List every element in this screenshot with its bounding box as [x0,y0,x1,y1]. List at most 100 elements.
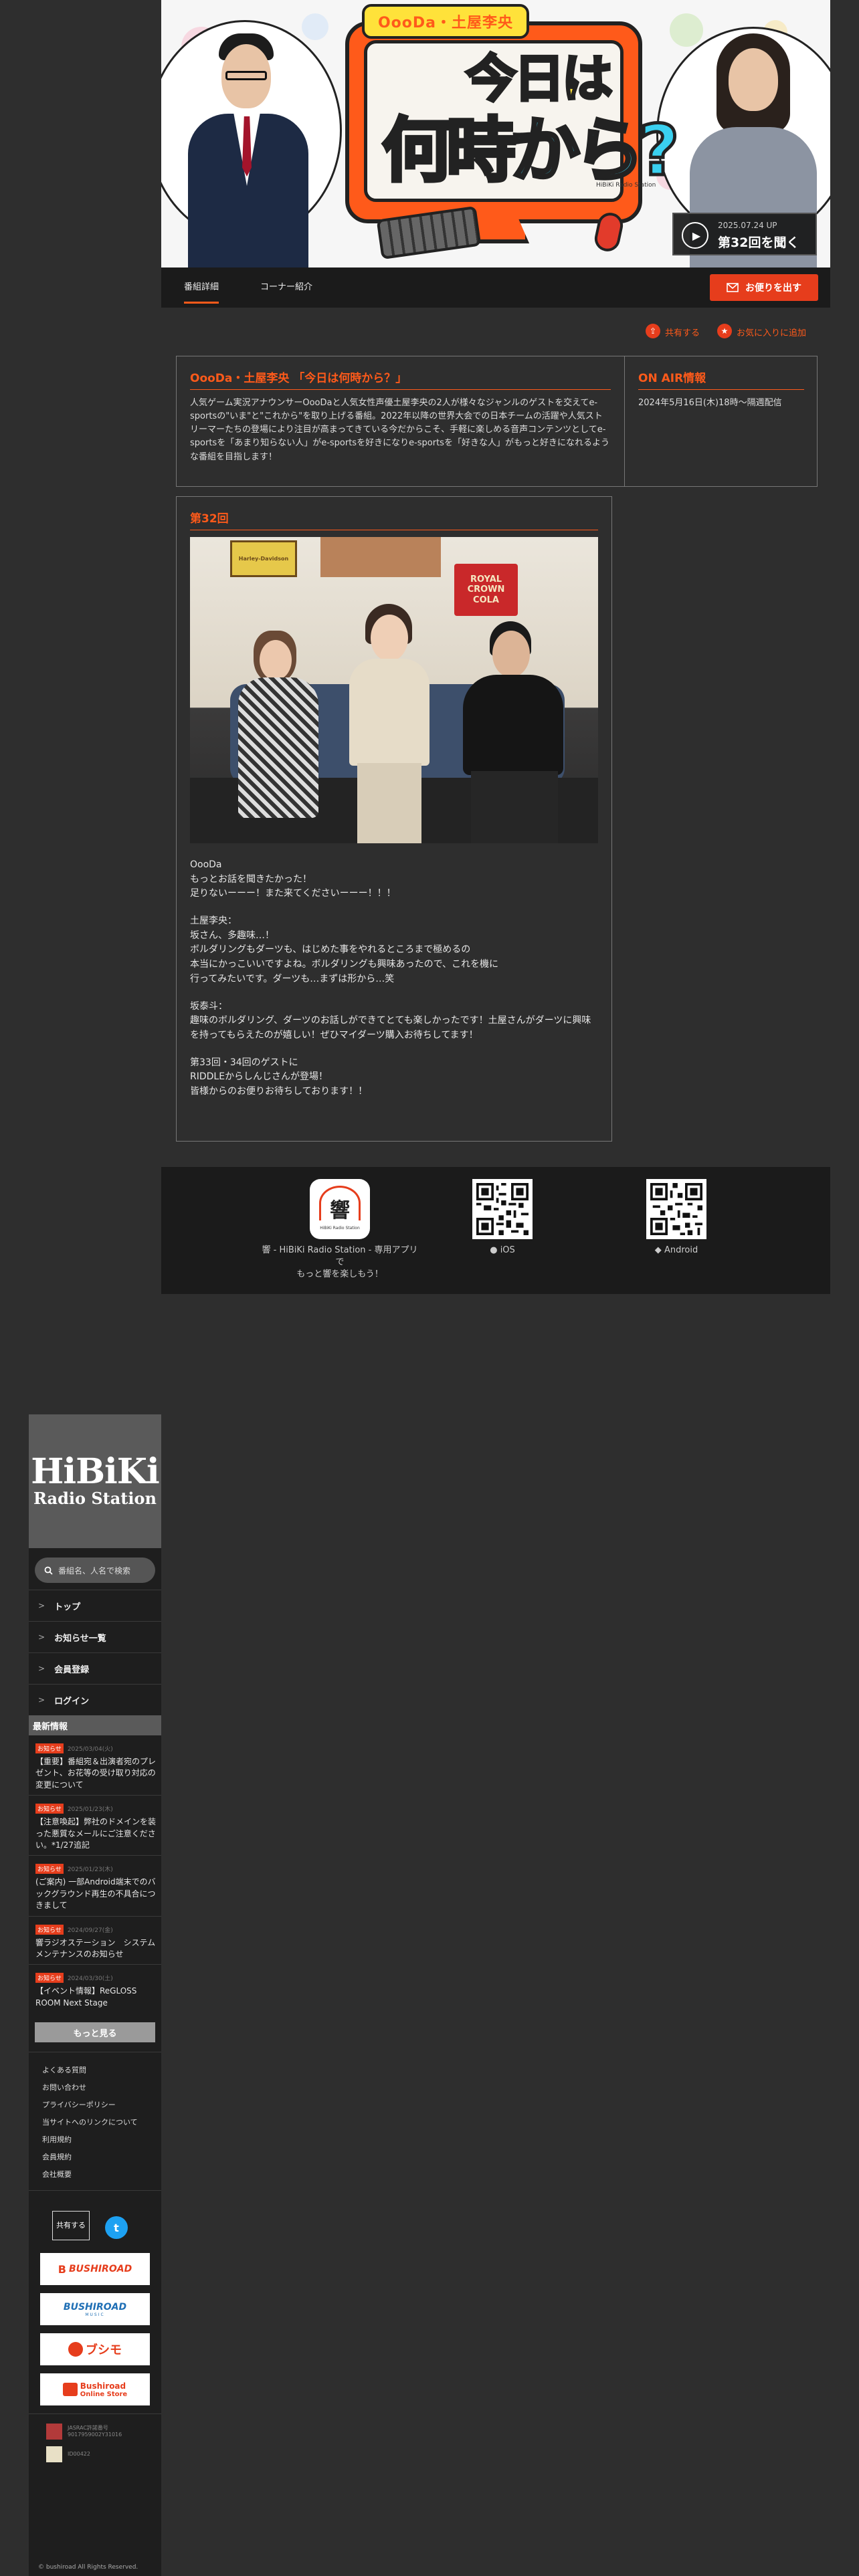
ios-label[interactable]: ● iOS [422,1245,583,1257]
android-text: Android [664,1245,698,1255]
android-download[interactable]: ◆ Android [596,1179,757,1257]
link-privacy[interactable]: プライバシーポリシー [42,2097,161,2114]
news-item[interactable]: お知らせ 2025/03/04(火) 【重要】番組宛＆出演者宛のプレゼント、お花等… [29,1735,161,1796]
nextone-logo-icon [46,2446,62,2463]
sidebar-item-news-list[interactable]: > お知らせ一覧 [29,1621,161,1652]
banner-bushimo[interactable]: ブシモ [40,2333,150,2366]
latest-episode-label: 第32回を聞く [718,235,799,250]
license-line: 9017959002Y31016 [68,2432,122,2438]
episode-card: 第32回 Harley-Davidson ROYAL CROWN COLA Oo… [176,496,612,1142]
guest-2-shirt [349,659,430,766]
news-item[interactable]: お知らせ 2025/01/23(木) 【注意喚起】弊社のドメインを装った悪質なメー… [29,1796,161,1856]
twitter-icon[interactable]: t [105,2216,128,2240]
episode-text: OooDa もっとお話を聞きたかった！ 足りないーーー！また来てくださいーーー！… [190,858,598,1099]
link-member-terms[interactable]: 会員規約 [42,2149,161,2166]
share-button[interactable]: 共有する [52,2211,90,2241]
search-icon [44,1566,53,1575]
episode-paragraph: OooDa もっとお話を聞きたかった！ 足りないーーー！また来てくださいーーー！… [190,858,598,901]
news-date: 2025/01/23(木) [67,1866,113,1874]
site-logo-main: HiBiKi [31,1451,160,1492]
program-info-box: OooDa・土屋李央 「今日は何時から？」 人気ゲーム実況アナウンサーOooDa… [176,356,818,487]
guest-3-pants [471,771,558,843]
send-letter-button[interactable]: お便りを出す [710,274,818,301]
jasrac-text: JASRAC許諾番号 9017959002Y31016 [68,2425,122,2439]
episode-paragraph: 坂泰斗： 趣味のボルダリング、ダーツのお話しができてとても楽しかったです！土屋さ… [190,1000,598,1043]
link-linking-policy[interactable]: 当サイトへのリンクについて [42,2114,161,2131]
hibiki-app-icon[interactable]: 響 HiBiKi Radio Station [310,1179,370,1239]
news-meta: お知らせ 2025/01/23(木) [35,1864,156,1874]
link-company[interactable]: 会社概要 [42,2166,161,2183]
news-date: 2024/09/27(金) [67,1927,113,1934]
episode-line: 行ってみたいです。ダーツも…まずは形から…笑 [190,973,395,984]
sidebar-item-label: 会員登録 [54,1665,90,1675]
ios-download[interactable]: ● iOS [422,1179,583,1257]
photo-sign-left: Harley-Davidson [230,540,297,577]
share-link[interactable]: 共有する [665,326,700,338]
nextone-text: ID00422 [68,2450,90,2457]
banner-text: ブシモ [86,2343,122,2358]
link-terms[interactable]: 利用規約 [42,2131,161,2149]
more-news-button[interactable]: もっと見る [35,2022,155,2043]
qr-icon [476,1183,529,1235]
banner-online-store[interactable]: Bushiroad Online Store [40,2373,150,2406]
episode-line: 第33回・34回のゲストに [190,1057,298,1068]
chevron-right-icon: > [38,1601,45,1610]
program-description-panel: OooDa・土屋李央 「今日は何時から？」 人気ゲーム実況アナウンサーOooDa… [177,356,625,486]
program-title: OooDa・土屋李央 「今日は何時から？」 [190,368,611,390]
news-badge: お知らせ [35,1924,64,1935]
qr-icon [650,1183,702,1235]
episode-paragraph: 土屋李央： 坂さん、多趣味…！ ボルダリングもダーツも、はじめた事をやれるところ… [190,914,598,986]
star-icon[interactable]: ★ [717,324,732,338]
episode-line: 土屋李央： [190,916,237,927]
social-share: 共有する t [29,2190,161,2253]
share-icon[interactable]: ⇪ [646,324,660,338]
chevron-right-icon: > [38,1695,45,1705]
sidebar-item-login[interactable]: > ログイン [29,1684,161,1715]
news-item[interactable]: お知らせ 2024/09/27(金) 響ラジオステーション システムメンテナンスの… [29,1917,161,1965]
sidebar-item-register[interactable]: > 会員登録 [29,1652,161,1684]
link-contact[interactable]: お問い合わせ [42,2079,161,2097]
app-promo-line: 響 - HiBiKi Radio Station - 専用アプリで [262,1245,418,1268]
android-icon: ◆ [654,1245,662,1255]
episode-line: ボルダリングもダーツも、はじめた事をやれるところまで極めるの [190,944,471,956]
search-input[interactable]: 番組名、人名で検索 [35,1558,155,1583]
news-meta: お知らせ 2024/03/30(土) [35,1973,156,1983]
onair-title: ON AIR情報 [638,368,804,390]
android-label[interactable]: ◆ Android [596,1245,757,1257]
banner-bushiroad-music[interactable]: BUSHIROAD MUSIC [40,2293,150,2326]
guest-2-pants [357,763,421,843]
favorite-link[interactable]: お気に入りに追加 [737,326,806,338]
app-promo[interactable]: 響 HiBiKi Radio Station 響 - HiBiKi Radio … [260,1179,420,1281]
banner-text: BUSHIROAD [69,2264,132,2275]
news-meta: お知らせ 2025/01/23(木) [35,1804,156,1814]
news-date: 2025/01/23(木) [67,1806,113,1814]
sidebar-item-top[interactable]: > トップ [29,1590,161,1621]
app-download-bar: 響 HiBiKi Radio Station 響 - HiBiKi Radio … [161,1167,830,1294]
banner-subtext: Online Store [80,2390,128,2398]
banner-bushiroad[interactable]: B BUSHIROAD [40,2253,150,2286]
play-latest-episode-button[interactable]: ▶ 2025.07.24 UP 第32回を聞く [672,213,817,255]
news-meta: お知らせ 2025/03/04(火) [35,1743,156,1753]
ios-qr-code[interactable] [472,1179,533,1239]
program-hero-banner: OooDa・土屋李央 今日は 何時から? HiBiKi Radio Statio… [161,0,830,267]
android-qr-code[interactable] [646,1179,706,1239]
guest-3-shirt [463,675,563,775]
tab-program-detail[interactable]: 番組詳細 [184,280,219,304]
banner-subtext: MUSIC [85,2312,105,2317]
news-date: 2024/03/30(土) [67,1975,113,1983]
photo-sign-right: ROYAL CROWN COLA [454,564,518,616]
episode-photo: Harley-Davidson ROYAL CROWN COLA [190,537,598,843]
sidebar: HiBiKi Radio Station 番組名、人名で検索 > トップ > お知ら… [29,1414,161,2576]
news-heading: 最新情報 [29,1715,161,1735]
tab-corner-intro[interactable]: コーナー紹介 [260,280,312,302]
episode-line: 足りないーーー！また来てくださいーーー！！！ [190,888,396,899]
news-title: 響ラジオステーション システムメンテナンスのお知らせ [35,1937,156,1959]
app-promo-label: 響 - HiBiKi Radio Station - 専用アプリで もっと響を楽… [260,1245,420,1281]
chevron-right-icon: > [38,1632,45,1642]
app-promo-line: もっと響を楽しもう！ [296,1269,383,1280]
link-faq[interactable]: よくある質問 [42,2062,161,2079]
site-logo[interactable]: HiBiKi Radio Station [29,1414,161,1548]
news-item[interactable]: お知らせ 2025/01/23(木) (ご案内) 一部Android端末でのバック… [29,1856,161,1917]
news-item[interactable]: お知らせ 2024/03/30(土) 【イベント情報】ReGLOSS ROOM N… [29,1965,161,2013]
episode-line: OooDa [190,859,222,870]
